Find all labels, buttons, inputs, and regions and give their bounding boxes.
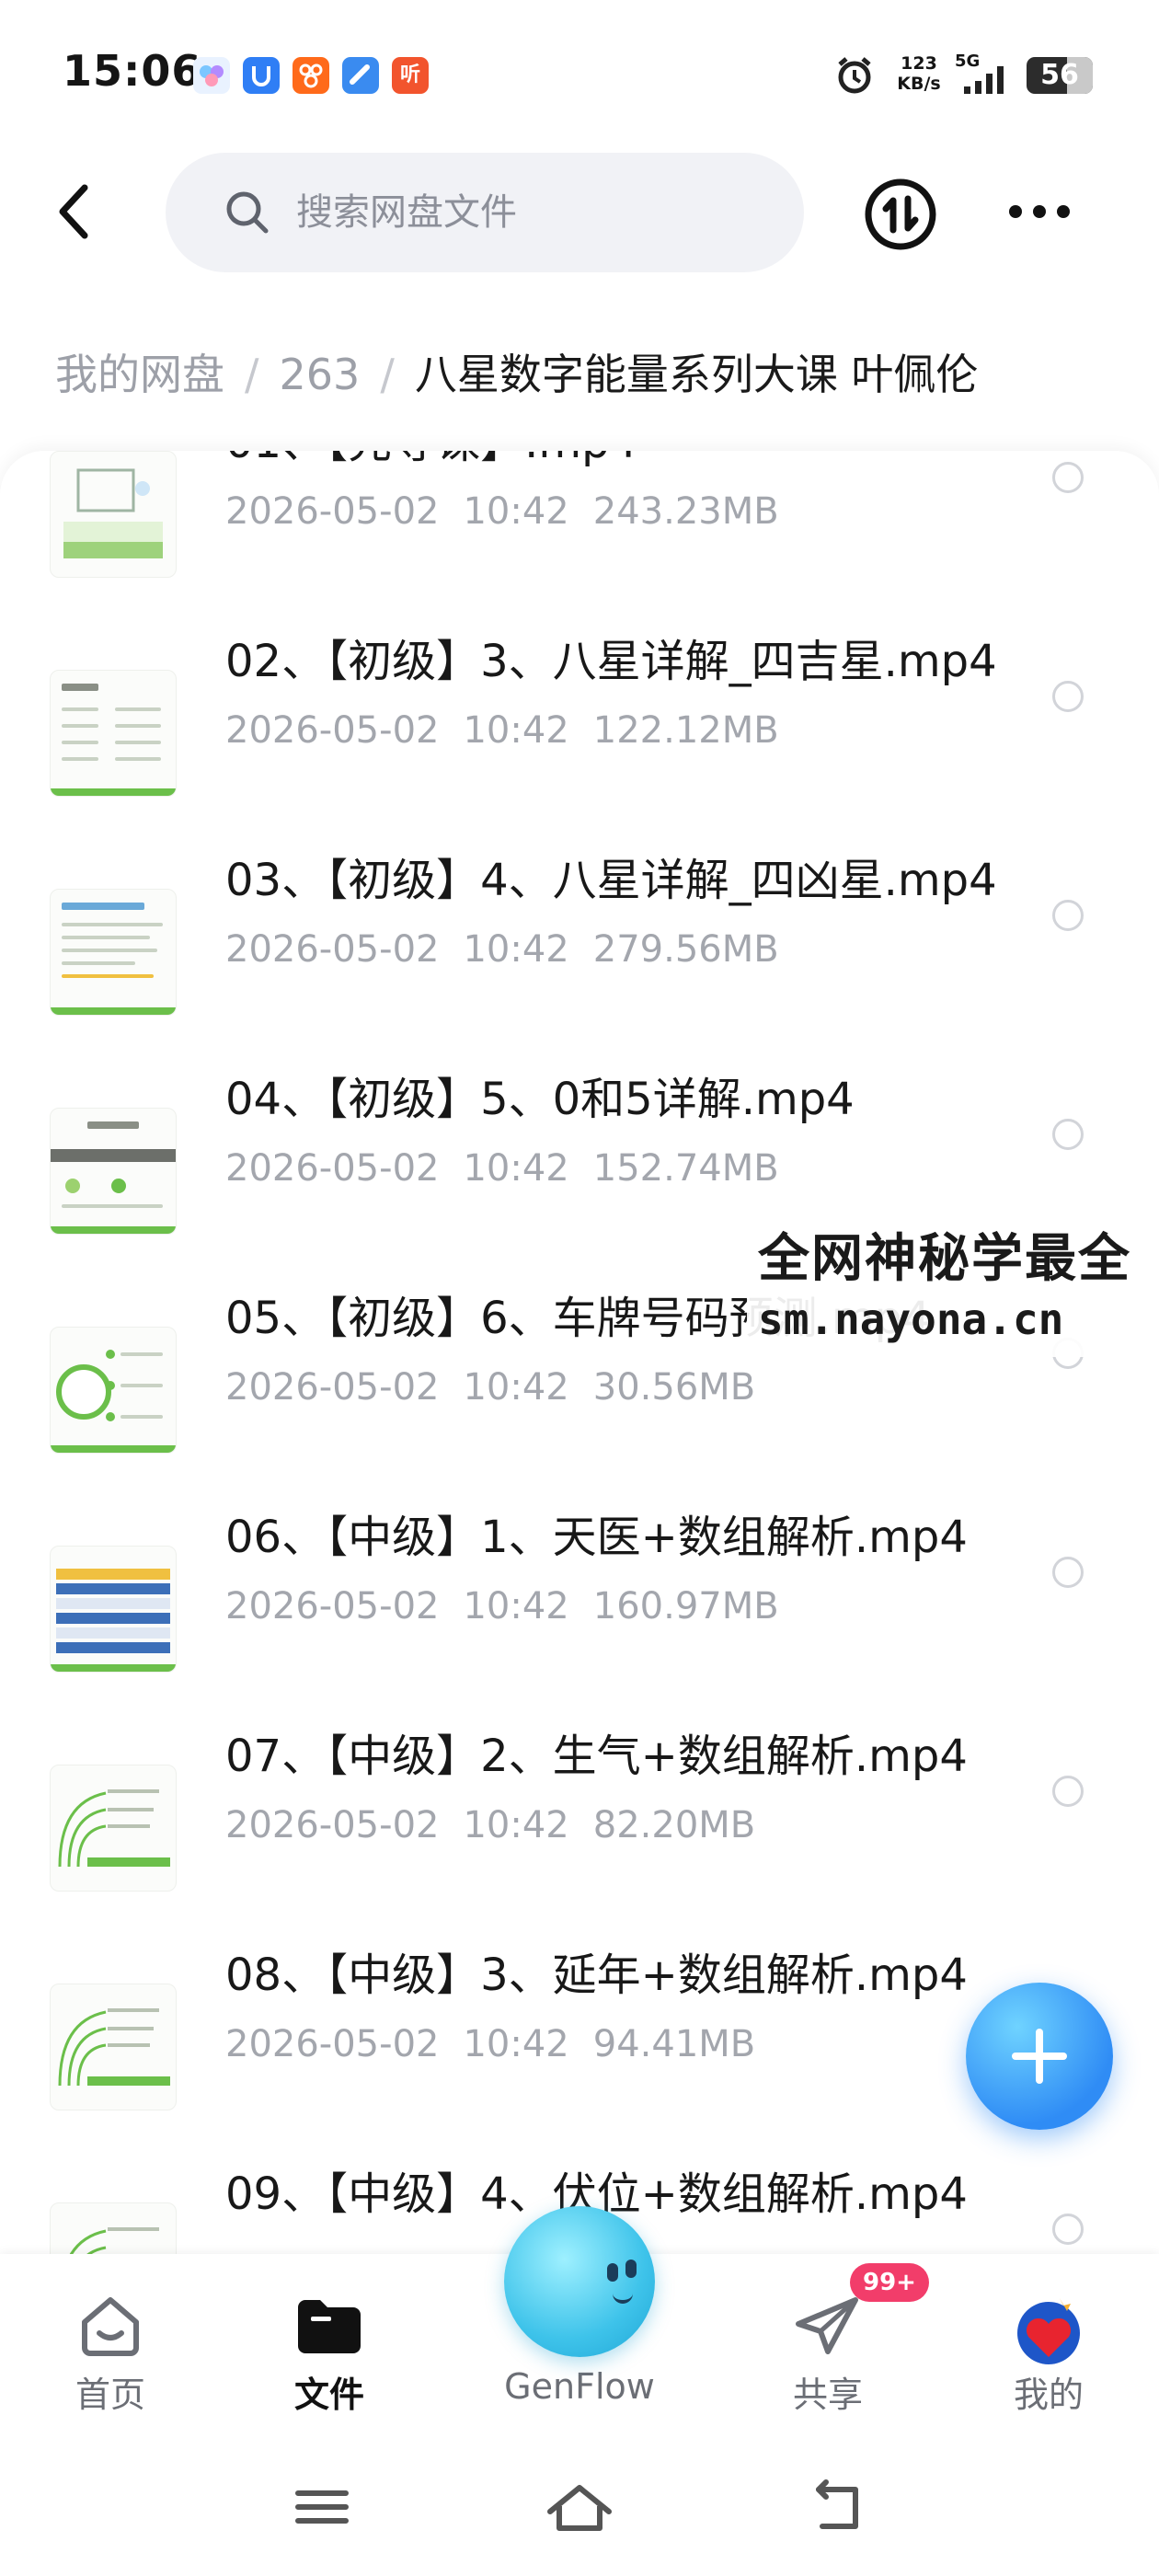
battery-indicator: 56: [1027, 57, 1093, 94]
tab-genflow-label: GenFlow: [504, 2366, 655, 2407]
sort-icon: [865, 178, 936, 250]
file-item[interactable]: 01、【先导课】.mp4 2026-05-0210:42243.23MB: [0, 451, 1159, 629]
alarm-icon: [838, 57, 871, 94]
status-time: 15:06: [63, 46, 202, 96]
file-meta: 2026-05-02 10:42 160.97MB: [225, 1585, 779, 1627]
file-item[interactable]: 02、【初级】3、八星详解_四吉星.mp4 2026-05-02 10:42 122…: [0, 629, 1159, 848]
chevron-left-icon: [59, 184, 88, 239]
watermark-text: 全网神秘学最全: [758, 1229, 1131, 1289]
file-meta: 2026-05-02 10:42 152.74MB: [225, 1147, 779, 1190]
menu-icon[interactable]: [285, 2475, 359, 2539]
breadcrumb: 我的网盘 / 263 / 八星数字能量系列大课 叶佩伦: [55, 340, 978, 408]
tab-share-label: 共享: [792, 2375, 863, 2415]
app-root: 15:06 听 123 KB/s 5G 56 搜索网盘文件 我的网盘 / 263…: [0, 0, 1159, 2576]
search-bar[interactable]: 搜索网盘文件: [166, 153, 804, 272]
share-badge: 99+: [850, 2263, 929, 2302]
home-nav-icon[interactable]: [543, 2475, 616, 2539]
select-checkbox[interactable]: [1052, 900, 1084, 931]
tab-me[interactable]: 我的: [957, 2254, 1141, 2438]
file-name: 01、【先导课】.mp4: [225, 451, 637, 475]
back-button[interactable]: [46, 175, 101, 248]
video-thumbnail: [50, 670, 177, 797]
select-checkbox[interactable]: [1052, 1776, 1084, 1807]
signal-icon: [964, 66, 1004, 94]
listen-app-icon: 听: [392, 57, 429, 94]
file-name: 04、【初级】5、0和5详解.mp4: [225, 1074, 855, 1125]
watermark-overlay: 全网神秘学最全 sm.nayona.cn: [747, 1210, 1159, 1357]
sort-button[interactable]: [863, 177, 938, 252]
file-item[interactable]: 06、【中级】1、天医+数组解析.mp4 2026-05-02 10:42 160.…: [0, 1505, 1159, 1724]
file-item[interactable]: 03、【初级】4、八星详解_四凶星.mp4 2026-05-02 10:42 279…: [0, 848, 1159, 1067]
video-thumbnail: [50, 1327, 177, 1454]
file-name: 06、【中级】1、天医+数组解析.mp4: [225, 1512, 968, 1563]
file-item[interactable]: 07、【中级】2、生气+数组解析.mp4 2026-05-02 10:42 82.2…: [0, 1724, 1159, 1943]
genflow-orb-icon[interactable]: [504, 2206, 655, 2357]
breadcrumb-separator: /: [380, 350, 395, 399]
file-meta: 2026-05-02 10:42 82.20MB: [225, 1804, 756, 1846]
tab-home[interactable]: 首页: [18, 2254, 202, 2438]
select-checkbox[interactable]: [1052, 1557, 1084, 1588]
file-name: 03、【初级】4、八星详解_四凶星.mp4: [225, 855, 997, 906]
watermark-url: sm.nayona.cn: [758, 1294, 1064, 1344]
select-checkbox[interactable]: [1052, 462, 1084, 493]
select-checkbox[interactable]: [1052, 2214, 1084, 2245]
breadcrumb-separator: /: [245, 350, 259, 399]
battery-level: 56: [1040, 59, 1079, 91]
file-name: 02、【初级】3、八星详解_四吉星.mp4: [225, 636, 997, 687]
file-meta: 2026-05-02 10:42 30.56MB: [225, 1366, 756, 1409]
more-button[interactable]: [1003, 193, 1076, 230]
file-meta: 2026-05-02 10:42 94.41MB: [225, 2023, 756, 2065]
add-button[interactable]: [966, 1983, 1113, 2130]
heart-avatar-icon: [1017, 2298, 1080, 2364]
folder-icon: [298, 2300, 361, 2353]
search-icon: [226, 191, 269, 234]
file-name: 08、【中级】3、延年+数组解析.mp4: [225, 1949, 968, 2001]
file-meta: 2026-05-02 10:42 122.12MB: [225, 709, 779, 752]
breadcrumb-item-folder[interactable]: 263: [280, 350, 361, 399]
video-thumbnail: [50, 451, 177, 578]
breadcrumb-current: 八星数字能量系列大课 叶佩伦: [414, 350, 979, 399]
tab-me-label: 我的: [1013, 2375, 1084, 2415]
search-placeholder: 搜索网盘文件: [296, 191, 517, 234]
home-icon: [82, 2297, 139, 2356]
file-name: 07、【中级】2、生气+数组解析.mp4: [225, 1731, 968, 1782]
tab-home-label: 首页: [75, 2375, 145, 2415]
more-dots-icon: [1009, 205, 1070, 218]
tab-files[interactable]: 文件: [237, 2254, 421, 2438]
file-meta: 2026-05-02 10:42 243.23MB: [225, 490, 779, 533]
breadcrumb-item-root[interactable]: 我的网盘: [55, 350, 224, 399]
select-checkbox[interactable]: [1052, 1119, 1084, 1150]
video-thumbnail: [50, 889, 177, 1016]
paper-plane-icon: [796, 2297, 858, 2354]
select-checkbox[interactable]: [1052, 681, 1084, 712]
video-thumbnail: [50, 1765, 177, 1892]
tab-files-label: 文件: [293, 2375, 364, 2415]
file-meta: 2026-05-02 10:42 279.56MB: [225, 928, 779, 971]
notes-app-icon: [342, 57, 379, 94]
video-thumbnail: [50, 1108, 177, 1235]
genflow-app-icon: [193, 57, 230, 94]
status-bar: 15:06 听 123 KB/s 5G 56: [0, 0, 1159, 138]
system-nav-bar: [0, 2438, 1159, 2576]
video-thumbnail: [50, 1984, 177, 2110]
taobao-app-icon: [293, 57, 329, 94]
back-nav-icon[interactable]: [800, 2475, 874, 2539]
video-thumbnail: [50, 1546, 177, 1673]
net-speed: 123 KB/s: [897, 53, 941, 94]
shield-app-icon: [243, 57, 280, 94]
